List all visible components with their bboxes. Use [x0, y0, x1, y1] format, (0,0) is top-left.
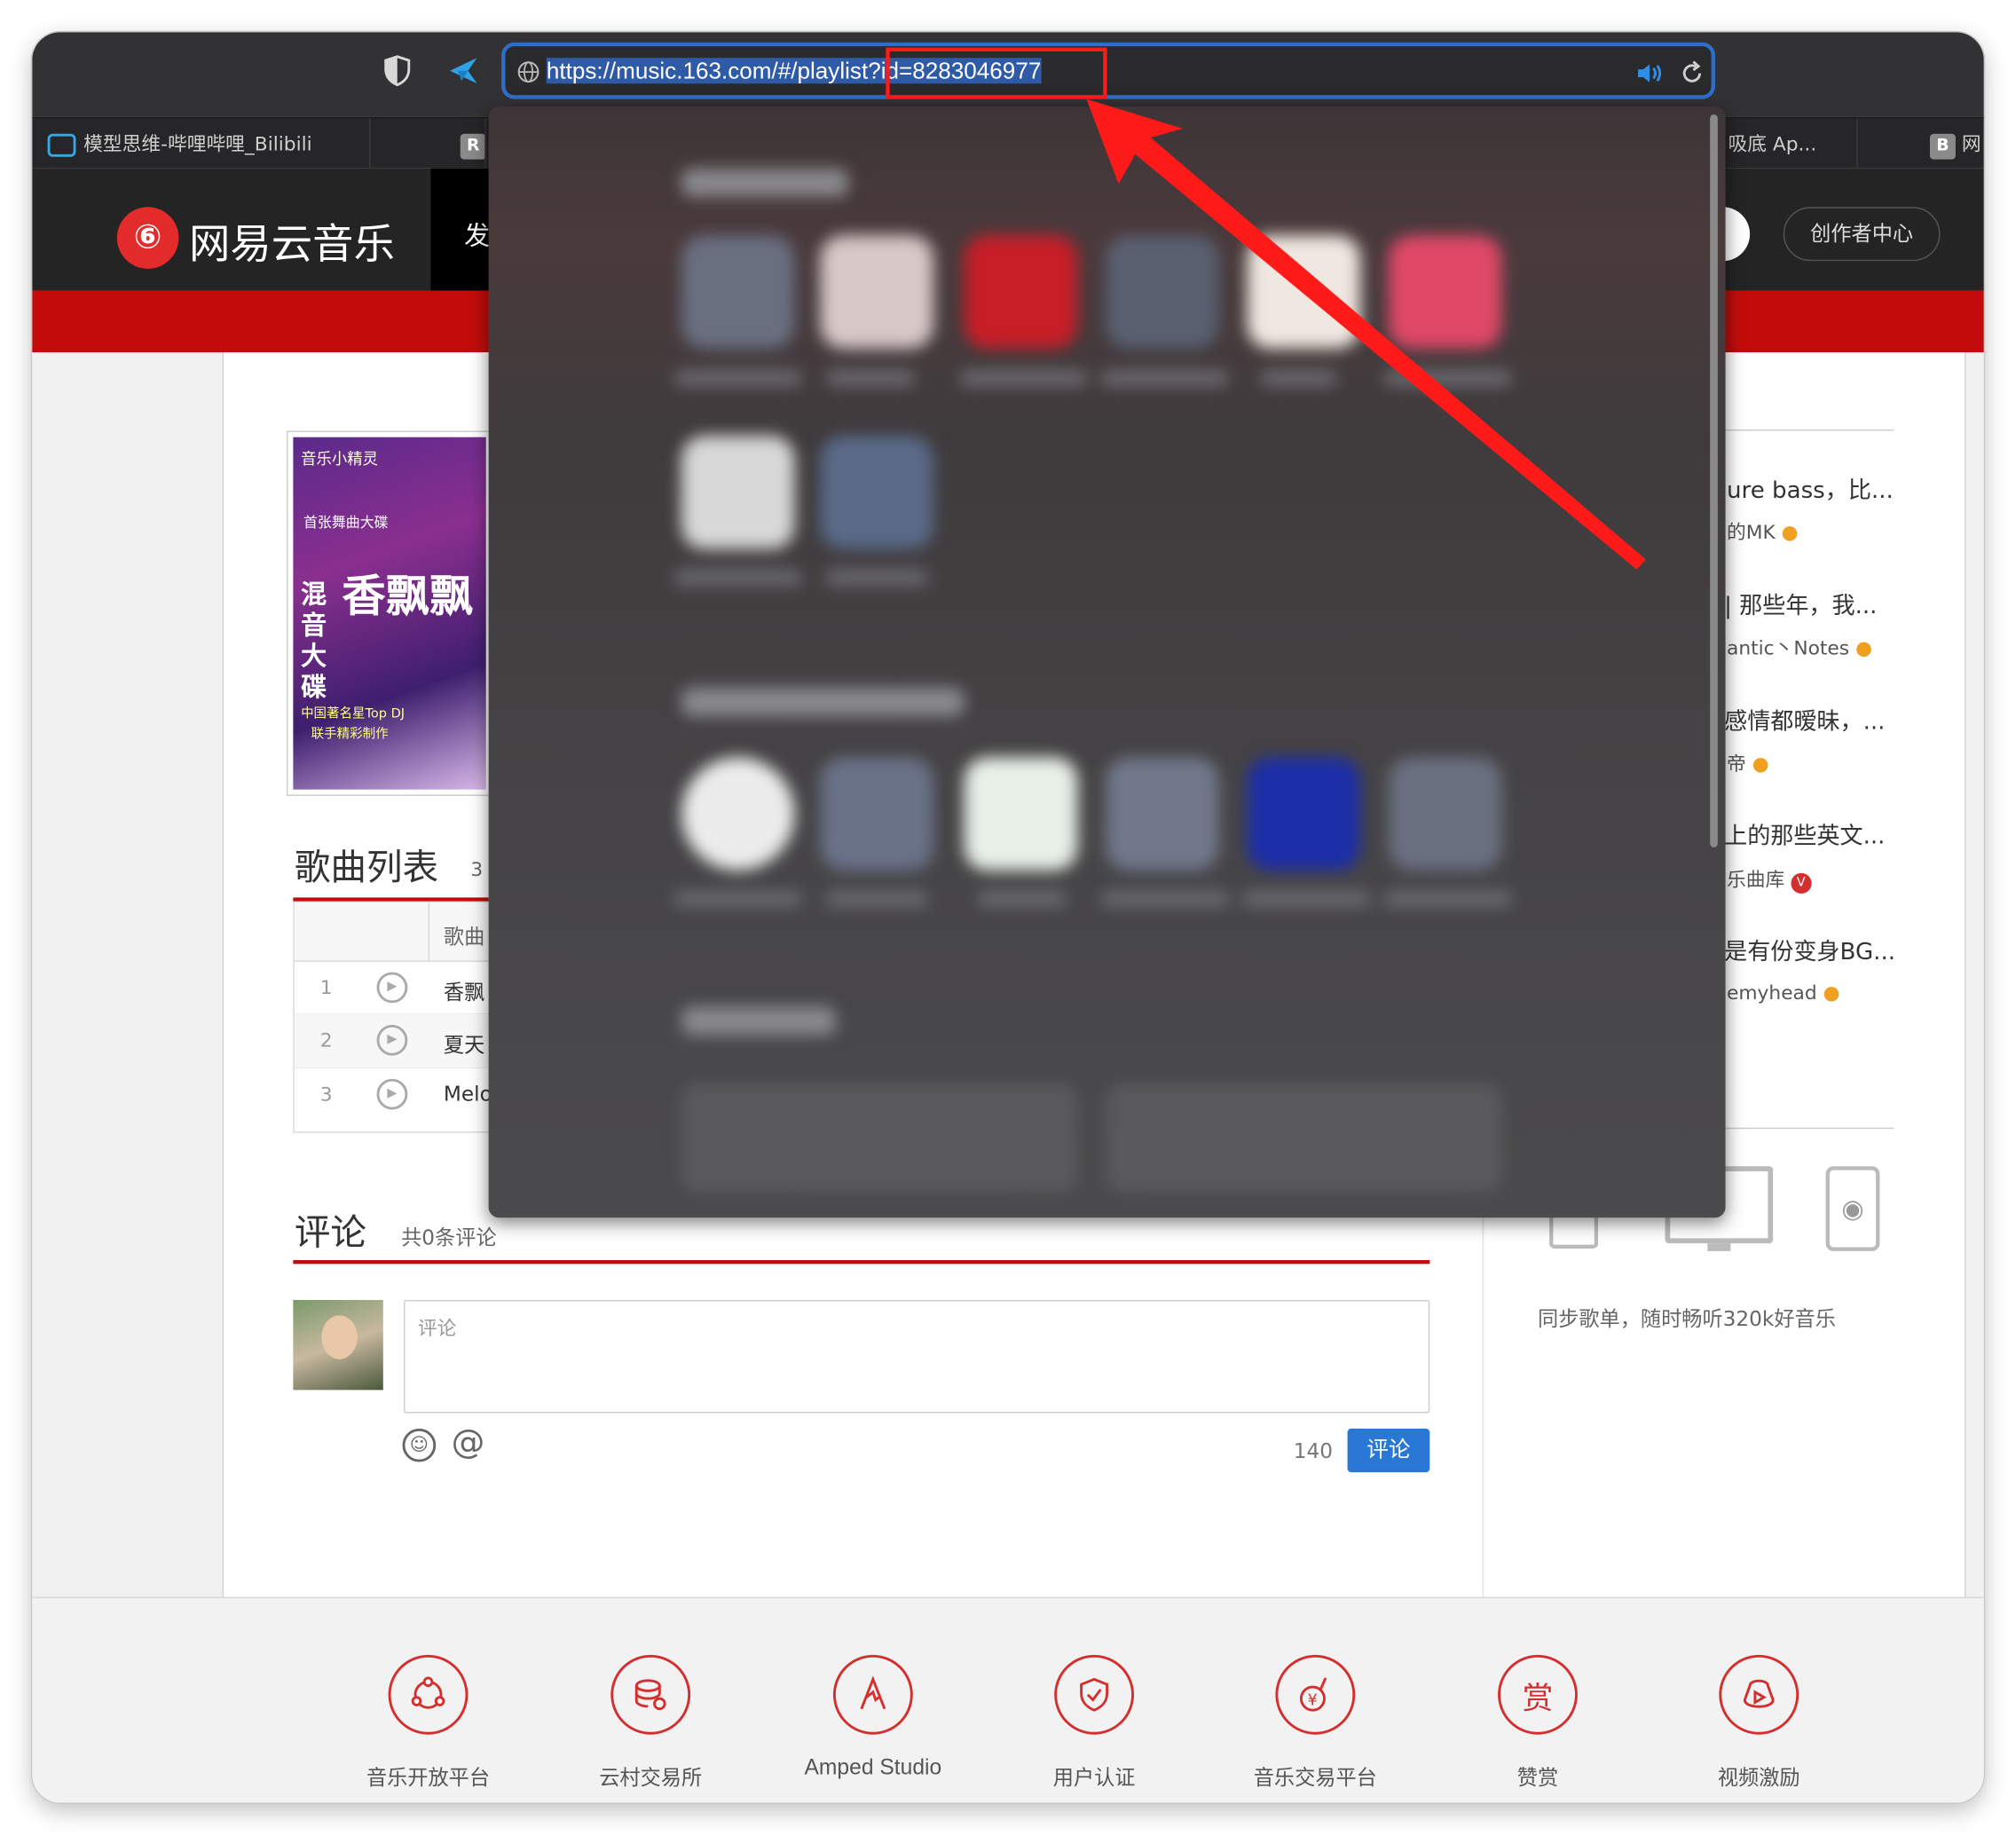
annotation-arrow-icon — [1086, 98, 1646, 570]
browser-window: https://music.163.com/#/playlist?id=8283… — [32, 32, 1984, 1803]
